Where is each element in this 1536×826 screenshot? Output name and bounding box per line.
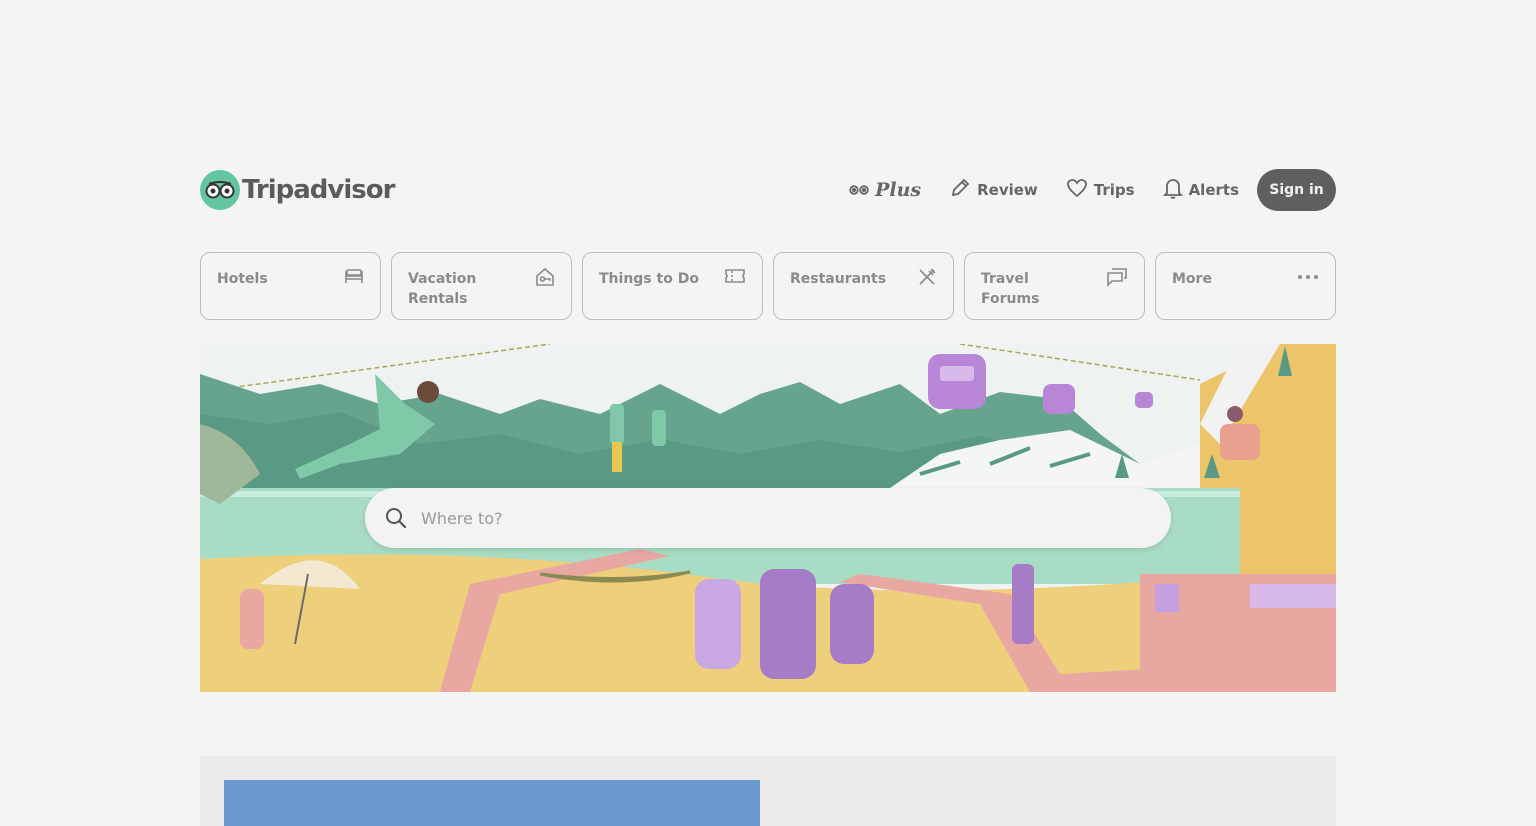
- tab-label: Vacation Rentals: [408, 271, 477, 307]
- category-tabs: Hotels Vacation Rentals Things to Do Res…: [200, 252, 1336, 320]
- ticket-icon: [724, 267, 746, 289]
- review-label: Review: [977, 181, 1038, 199]
- pencil-icon: [949, 177, 971, 203]
- tab-hotels[interactable]: Hotels: [200, 252, 381, 320]
- hero-banner: [200, 344, 1336, 692]
- trips-link[interactable]: Trips: [1066, 178, 1135, 202]
- review-link[interactable]: Review: [949, 177, 1038, 203]
- plus-link[interactable]: Plus: [849, 179, 921, 201]
- tab-label: Restaurants: [790, 271, 887, 287]
- tab-label: Things to Do: [599, 271, 699, 287]
- sign-in-button[interactable]: Sign in: [1257, 169, 1336, 211]
- trips-label: Trips: [1093, 181, 1135, 199]
- search-input[interactable]: [419, 507, 1123, 529]
- owl-eyes-icon: [849, 181, 869, 199]
- fork-knife-icon: [917, 267, 937, 291]
- chat-bubbles-icon: [1106, 267, 1128, 291]
- tab-label: Travel Forums: [981, 271, 1040, 307]
- promo-section: [200, 756, 1336, 826]
- owl-eyes-icon: [200, 170, 240, 210]
- logo-wordmark: Tripadvisor: [242, 175, 395, 205]
- tab-label: More: [1172, 271, 1212, 287]
- plus-label: Plus: [875, 179, 922, 201]
- tab-vacation-rentals[interactable]: Vacation Rentals: [391, 252, 572, 320]
- search-icon: [386, 508, 407, 529]
- house-key-icon: [535, 267, 555, 291]
- ellipsis-icon: [1297, 267, 1319, 286]
- site-header: Tripadvisor Plus Review Trips Alerts Sig…: [200, 169, 1336, 211]
- search-bar[interactable]: [365, 488, 1171, 548]
- heart-icon: [1066, 178, 1088, 202]
- alerts-link[interactable]: Alerts: [1162, 177, 1239, 203]
- tab-more[interactable]: More: [1155, 252, 1336, 320]
- tab-restaurants[interactable]: Restaurants: [773, 252, 954, 320]
- header-nav: Plus Review Trips Alerts Sign in: [821, 169, 1336, 211]
- bed-icon: [344, 267, 364, 289]
- bell-icon: [1162, 177, 1183, 203]
- tab-travel-forums[interactable]: Travel Forums: [964, 252, 1145, 320]
- promo-image[interactable]: [224, 780, 760, 826]
- tripadvisor-logo[interactable]: Tripadvisor: [200, 170, 395, 210]
- tab-label: Hotels: [217, 271, 268, 287]
- tab-things-to-do[interactable]: Things to Do: [582, 252, 763, 320]
- alerts-label: Alerts: [1188, 181, 1239, 199]
